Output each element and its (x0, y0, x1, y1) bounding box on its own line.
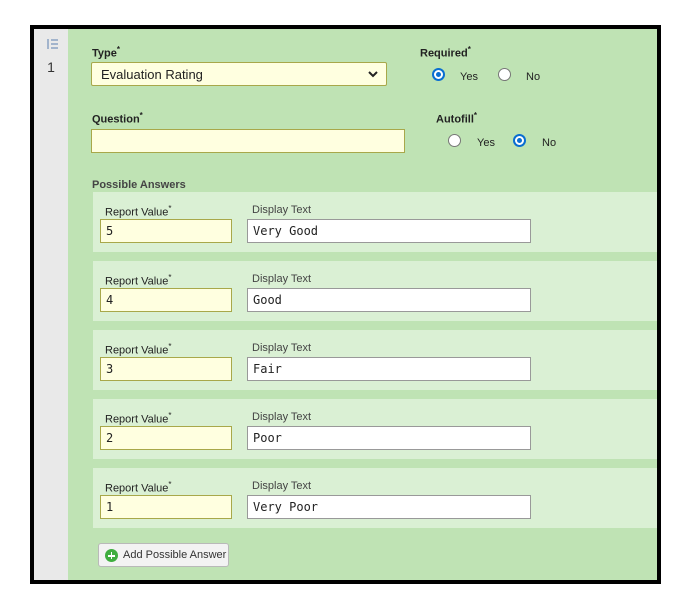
add-possible-answer-button[interactable]: Add Possible Answer (98, 543, 229, 567)
report-value-label: Report Value* (105, 342, 172, 357)
report-value-input[interactable]: 2 (100, 426, 232, 450)
question-input[interactable] (91, 129, 405, 153)
required-yes-label: Yes (460, 71, 478, 83)
autofill-yes-radio[interactable] (448, 134, 461, 147)
type-select[interactable]: Evaluation Rating (91, 62, 387, 86)
chevron-down-icon (368, 71, 378, 78)
autofill-yes-label: Yes (477, 137, 495, 149)
display-text-label: Display Text (252, 273, 312, 285)
list-order-icon[interactable] (47, 38, 59, 50)
answer-row: Report Value* Display Text 3 Fair (93, 330, 657, 390)
add-circle-icon (105, 549, 118, 562)
type-select-value: Evaluation Rating (101, 67, 203, 82)
autofill-label: Autofill* (436, 111, 478, 126)
report-value-label: Report Value* (105, 480, 172, 495)
display-text-input[interactable]: Good (247, 288, 531, 312)
required-yes-radio[interactable] (432, 68, 445, 81)
required-no-label: No (526, 71, 541, 83)
display-text-label: Display Text (252, 342, 312, 354)
report-value-input[interactable]: 4 (100, 288, 232, 312)
report-value-input[interactable]: 3 (100, 357, 232, 381)
row-gutter: 1 (34, 29, 68, 580)
question-label: Question* (92, 111, 143, 126)
display-text-input[interactable]: Very Poor (247, 495, 531, 519)
report-value-input[interactable]: 5 (100, 219, 232, 243)
display-text-input[interactable]: Fair (247, 357, 531, 381)
report-value-label: Report Value* (105, 204, 172, 219)
report-value-input[interactable]: 1 (100, 495, 232, 519)
possible-answers-label: Possible Answers (92, 179, 186, 191)
autofill-no-radio[interactable] (513, 134, 526, 147)
answer-row: Report Value* Display Text 5 Very Good (93, 192, 657, 252)
required-no-radio[interactable] (498, 68, 511, 81)
required-label: Required* (420, 45, 471, 60)
add-possible-answer-label: Add Possible Answer (123, 549, 227, 561)
display-text-label: Display Text (252, 480, 312, 492)
autofill-no-label: No (542, 137, 557, 149)
answer-row: Report Value* Display Text 4 Good (93, 261, 657, 321)
report-value-label: Report Value* (105, 411, 172, 426)
display-text-label: Display Text (252, 411, 312, 423)
answer-row: Report Value* Display Text 2 Poor (93, 399, 657, 459)
display-text-label: Display Text (252, 204, 312, 216)
row-number: 1 (47, 59, 55, 75)
report-value-label: Report Value* (105, 273, 172, 288)
answer-row: Report Value* Display Text 1 Very Poor (93, 468, 657, 528)
type-label: Type* (92, 45, 120, 60)
display-text-input[interactable]: Very Good (247, 219, 531, 243)
question-editor-panel: 1 Type* Evaluation Rating Required* Yes … (30, 25, 661, 584)
display-text-input[interactable]: Poor (247, 426, 531, 450)
